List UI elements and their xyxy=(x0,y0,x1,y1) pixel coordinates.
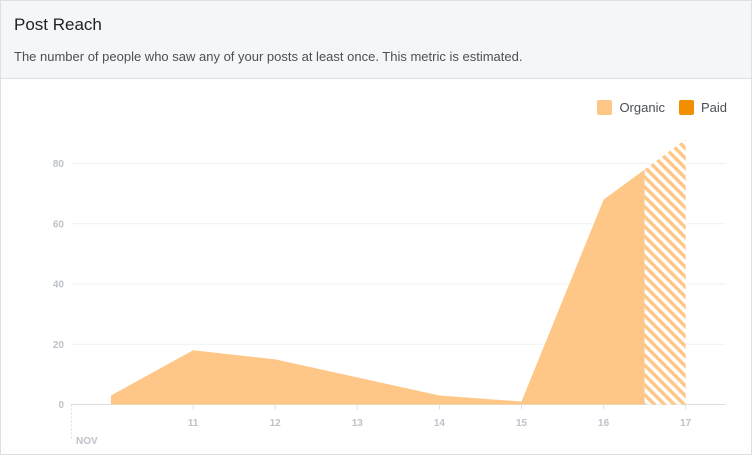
x-tick-label-13: 13 xyxy=(352,418,364,429)
x-tick-label-15: 15 xyxy=(516,418,528,429)
x-tick-label-16: 16 xyxy=(598,418,610,429)
post-reach-panel: Post Reach The number of people who saw … xyxy=(0,0,752,455)
x-tick-label-12: 12 xyxy=(270,418,282,429)
x-tick-label-11: 11 xyxy=(188,418,199,429)
area-organic-estimated xyxy=(644,139,686,405)
x-month-label: NOV xyxy=(76,436,98,447)
y-tick-label-80: 80 xyxy=(53,159,65,170)
post-reach-chart: 0 20 40 60 80 11 12 13 14 15 16 17 NOV xyxy=(53,139,726,447)
x-tick-label-17: 17 xyxy=(680,418,692,429)
y-tick-label-0: 0 xyxy=(58,400,64,411)
area-organic xyxy=(111,169,645,405)
y-tick-label-60: 60 xyxy=(53,219,65,230)
y-tick-label-20: 20 xyxy=(53,340,65,351)
y-tick-label-40: 40 xyxy=(53,280,65,291)
x-tick-label-14: 14 xyxy=(434,418,446,429)
